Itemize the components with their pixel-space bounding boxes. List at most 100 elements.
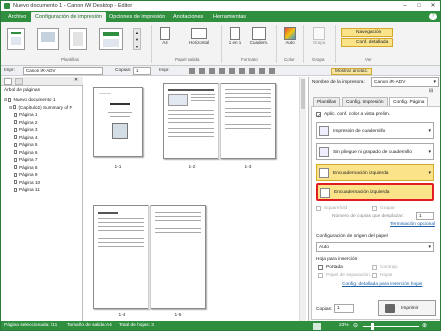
help-icon[interactable]: ? bbox=[429, 13, 437, 20]
tree-page-item[interactable]: Página 5 bbox=[14, 141, 38, 148]
tree-root-item[interactable]: ⊟ Nuevo documento 1 bbox=[4, 96, 55, 103]
page-icon bbox=[14, 165, 17, 170]
close-button[interactable]: ✕ bbox=[426, 1, 440, 11]
staple-button[interactable]: Grapa bbox=[309, 27, 329, 53]
trim-option-link[interactable]: Terminación opcional bbox=[390, 222, 435, 227]
tab-tools[interactable]: Herramientas bbox=[209, 12, 250, 22]
back-cover-checkbox[interactable] bbox=[372, 265, 377, 270]
tab-print-config[interactable]: Configuración de impresión bbox=[31, 12, 106, 22]
copies-shift-input[interactable]: 1 bbox=[416, 212, 434, 220]
squarefold-checkbox[interactable] bbox=[316, 206, 321, 211]
page-thumbnail[interactable] bbox=[220, 83, 276, 159]
tree-page-item[interactable]: Página 7 bbox=[14, 156, 38, 163]
toolbar-icon[interactable] bbox=[229, 68, 235, 74]
tab-page-settings[interactable]: Config. Página bbox=[389, 97, 429, 106]
tab-archivo[interactable]: Archivo bbox=[4, 12, 30, 22]
booklet-button[interactable]: Cuadern. bbox=[247, 27, 271, 53]
tree-page-item[interactable]: Página 6 bbox=[14, 149, 38, 156]
template-icon[interactable] bbox=[69, 28, 87, 50]
pages-icon bbox=[230, 27, 240, 40]
tree-page-item[interactable]: Página 10 bbox=[14, 179, 40, 186]
cover-checkbox[interactable] bbox=[318, 265, 323, 270]
page-thumbnail[interactable] bbox=[93, 205, 149, 309]
printer-label: Impr: bbox=[4, 68, 15, 73]
tree-page-item[interactable]: Página 8 bbox=[14, 164, 38, 171]
staple-checkbox[interactable] bbox=[372, 206, 377, 211]
print-button-label: Imprimir bbox=[401, 306, 419, 311]
pages-per-sheet-button[interactable]: 1 en 1 bbox=[225, 27, 245, 53]
detail-settings-label: Conf. detallada bbox=[356, 40, 389, 45]
color-button[interactable]: Auto bbox=[281, 27, 299, 53]
print-button[interactable]: Impr. bbox=[159, 68, 170, 73]
group-label-paper: Papel salida bbox=[175, 57, 200, 62]
template-icon[interactable] bbox=[37, 28, 59, 50]
show-annotations-button[interactable]: Mostrar anotac. bbox=[331, 68, 373, 75]
toolbar-icon[interactable] bbox=[219, 68, 225, 74]
sheets-checkbox[interactable] bbox=[372, 273, 377, 278]
gallery-scroll-icon[interactable]: ▲ ▼ ▾ bbox=[133, 28, 141, 50]
vertical-scrollbar[interactable] bbox=[299, 77, 306, 321]
toolbar-icon[interactable] bbox=[209, 68, 215, 74]
tree-page-item[interactable]: Página 2 bbox=[14, 119, 38, 126]
printer-select[interactable]: Canon iR-ADV bbox=[23, 67, 103, 75]
toolbar-icon[interactable] bbox=[269, 68, 275, 74]
toolbar-icon[interactable] bbox=[239, 68, 245, 74]
page-thumbnail[interactable] bbox=[150, 205, 206, 309]
tab-print-options[interactable]: Opciones de impresión bbox=[105, 12, 169, 22]
zoom-slider[interactable] bbox=[363, 323, 419, 330]
print-button[interactable]: Imprimir bbox=[378, 300, 436, 316]
separator-checkbox[interactable] bbox=[318, 273, 323, 278]
template-icon[interactable] bbox=[7, 28, 25, 50]
page-thumbnail[interactable] bbox=[93, 87, 143, 157]
pin-icon[interactable] bbox=[15, 78, 23, 85]
template-icon[interactable] bbox=[99, 28, 123, 50]
page-icon bbox=[13, 105, 17, 110]
apply-color-checkbox[interactable]: ✓ bbox=[316, 112, 321, 119]
binding-select[interactable]: Encuadernación izquierda ▾ bbox=[316, 164, 434, 181]
chevron-down-icon: ▾ bbox=[428, 149, 431, 155]
tree-tab-icon[interactable] bbox=[4, 78, 12, 85]
tree-page-item[interactable]: Página 4 bbox=[14, 134, 38, 141]
paper-source-label: Configuración de origen del papel bbox=[316, 234, 388, 239]
zoom-in-button[interactable]: ⊕ bbox=[422, 322, 427, 329]
navigation-toggle[interactable]: Navegación bbox=[341, 28, 393, 37]
orientation-button[interactable]: Horizontal bbox=[181, 27, 217, 53]
template-gallery[interactable]: ▲ ▼ ▾ bbox=[7, 26, 147, 54]
status-bar: Página seleccionada: /11 Tamaño de salid… bbox=[1, 321, 440, 330]
detail-settings-toggle[interactable]: Conf. detallada bbox=[341, 38, 393, 47]
binding-option-left[interactable]: Encuadernación izquierda bbox=[316, 183, 434, 201]
paper-size-button[interactable]: A4 bbox=[157, 27, 173, 53]
panel-copies-input[interactable]: 1 bbox=[334, 304, 354, 313]
ribbon-tab-bar: Archivo Configuración de impresión Opcio… bbox=[1, 11, 440, 22]
pages-per-sheet-label: 1 en 1 bbox=[228, 40, 242, 45]
view-mode-icon[interactable] bbox=[313, 323, 321, 330]
tree-chapter-item[interactable]: ⊟ (Capítulo2) Summary of F bbox=[9, 104, 72, 111]
total-sheets-status: Total de hojas: 3 bbox=[119, 323, 154, 328]
no-fold-select[interactable]: Sin pliegue ni grapado de cuadernillo ▾ bbox=[316, 143, 434, 160]
tree-page-item[interactable]: Página 1 bbox=[14, 111, 38, 118]
booklet-select[interactable]: Impresión de cuadernillo ▾ bbox=[316, 122, 434, 139]
toolbar-icon[interactable] bbox=[249, 68, 255, 74]
minimize-button[interactable]: – bbox=[398, 1, 412, 11]
maximize-button[interactable]: □ bbox=[412, 1, 426, 11]
toolbar-icon[interactable] bbox=[199, 68, 205, 74]
insert-detail-link[interactable]: Config. detallada para inserción hojas bbox=[342, 282, 422, 287]
zoom-slider-thumb[interactable] bbox=[371, 323, 374, 330]
toolbar-icon[interactable] bbox=[259, 68, 265, 74]
paper-source-select[interactable]: Auto ▾ bbox=[316, 242, 434, 252]
tree-page-item[interactable]: Página 11 bbox=[14, 186, 40, 193]
zoom-out-button[interactable]: ⊖ bbox=[353, 322, 358, 329]
tree-page-item[interactable]: Página 9 bbox=[14, 171, 38, 178]
tab-print-settings[interactable]: Config. Impresión bbox=[342, 97, 388, 106]
page-icon bbox=[14, 120, 17, 125]
panel-pin-icon[interactable]: ⊟ bbox=[429, 88, 433, 94]
printer-name-select[interactable]: Canon iR-ADV ▾ bbox=[371, 77, 439, 87]
group-label-templates: Plantillas bbox=[61, 57, 80, 62]
tab-annotations[interactable]: Anotaciones bbox=[169, 12, 207, 22]
copies-input[interactable]: 1 bbox=[133, 67, 151, 75]
tree-page-item[interactable]: Página 3 bbox=[14, 126, 38, 133]
page-thumbnail[interactable] bbox=[163, 83, 219, 159]
panel-close-icon[interactable]: ✕ bbox=[74, 77, 78, 83]
toolbar-icon[interactable] bbox=[189, 68, 195, 74]
tab-templates[interactable]: Plantillas bbox=[313, 97, 341, 106]
